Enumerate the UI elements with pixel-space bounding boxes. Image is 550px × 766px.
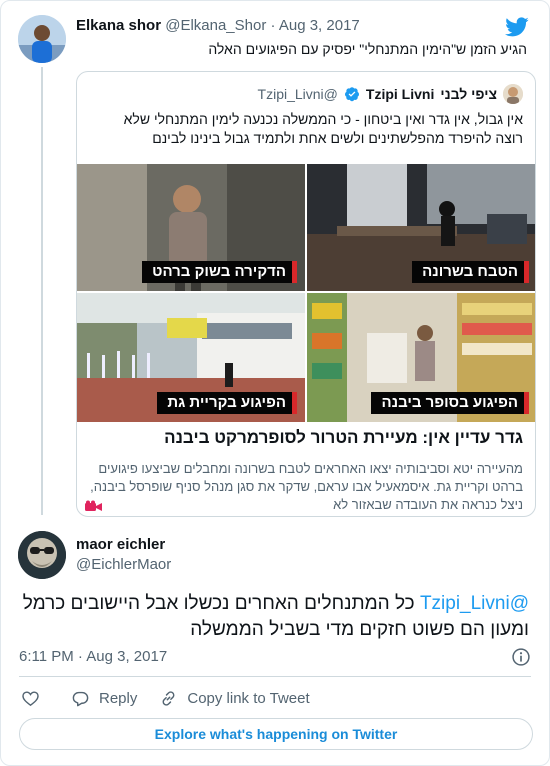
parent-tweet-header: Elkana shor @Elkana_Shor · Aug 3, 2017 — [76, 17, 360, 34]
collage-label-yavne: הפיגוע בסופר ביבנה — [371, 392, 529, 414]
reply-date: Aug 3, 2017 — [86, 648, 168, 665]
collage-tile-kiryat-gat: הפיגוע בקריית גת — [77, 293, 305, 422]
heart-icon — [22, 690, 39, 706]
actions-divider — [19, 676, 531, 677]
link-card-title[interactable]: גדר עדיין אין: מעיירת הטרור לסופרמרקט בי… — [83, 428, 523, 448]
parent-author-name[interactable]: Elkana shor — [76, 17, 161, 34]
link-card-description: מהעיירה יטא וסביבותיה יצאו האחראים לטבח … — [90, 461, 523, 512]
news-collage-image[interactable]: הדקירה בשוק ברהט הטבח בשרונה הפיגוע בקרי… — [77, 164, 535, 422]
parent-author-handle[interactable]: @Elkana_Shor — [165, 17, 266, 34]
quoted-author-name-hebrew[interactable]: ציפי לבני — [440, 86, 497, 102]
like-button[interactable] — [21, 689, 49, 708]
reply-mention-link[interactable]: @Tzipi_Livni — [420, 593, 529, 614]
twitter-bird-icon[interactable] — [505, 15, 529, 39]
reply-button[interactable]: Reply — [71, 689, 137, 708]
reply-separator: · — [77, 648, 83, 665]
video-camera-icon — [85, 500, 102, 511]
parent-tweet-text: הגיע הזמן ש"הימין המתנחלי" יפסיק עם הפיג… — [208, 41, 527, 57]
reply-author-name[interactable]: maor eichler — [76, 536, 165, 553]
reply-author-handle[interactable]: @EichlerMaor — [76, 556, 171, 573]
collage-tile-rahat: הדקירה בשוק ברהט — [77, 164, 305, 291]
copy-link-button[interactable]: Copy link to Tweet — [159, 689, 310, 708]
tweet-action-bar: Reply Copy link to Tweet — [21, 687, 332, 709]
reply-bubble-icon — [72, 691, 89, 706]
link-icon — [162, 690, 175, 706]
reply-timestamp[interactable]: 6:11 PM · Aug 3, 2017 — [19, 648, 167, 665]
quoted-tweet[interactable]: ציפי לבני Tzipi Livni @Tzipi_Livni אין ג… — [76, 71, 536, 517]
info-icon[interactable] — [511, 647, 531, 667]
reply-tweet-text: @Tzipi_Livni כל המתנחלים האחרים נכשלו אב… — [19, 591, 529, 643]
elkana-avatar[interactable] — [18, 15, 66, 63]
tweet-embed-card: Elkana shor @Elkana_Shor · Aug 3, 2017 ה… — [0, 0, 550, 766]
collage-tile-yavne: הפיגוע בסופר ביבנה — [307, 293, 535, 422]
verified-badge-icon — [344, 87, 359, 102]
collage-label-kiryat-gat: הפיגוע בקריית גת — [157, 392, 297, 414]
reply-time: 6:11 PM — [19, 648, 74, 665]
quoted-author-name[interactable]: Tzipi Livni — [366, 86, 434, 102]
livni-avatar[interactable] — [503, 84, 523, 104]
maor-avatar[interactable] — [18, 531, 66, 579]
parent-date[interactable]: Aug 3, 2017 — [279, 17, 360, 34]
parent-separator: · — [270, 17, 276, 34]
quoted-tweet-text: אין גבול, אין גדר ואין ביטחון - כי הממשל… — [123, 111, 523, 146]
explore-twitter-button[interactable]: Explore what's happening on Twitter — [19, 718, 533, 750]
quoted-author-handle[interactable]: @Tzipi_Livni — [258, 86, 338, 102]
copy-link-label: Copy link to Tweet — [187, 689, 310, 707]
reply-label: Reply — [99, 689, 138, 707]
collage-label-rahat: הדקירה בשוק ברהט — [142, 261, 297, 283]
thread-connector-line — [41, 67, 43, 515]
quoted-tweet-header: ציפי לבני Tzipi Livni @Tzipi_Livni — [77, 84, 523, 104]
collage-label-sarona: הטבח בשרונה — [412, 261, 529, 283]
collage-tile-sarona: הטבח בשרונה — [307, 164, 535, 291]
